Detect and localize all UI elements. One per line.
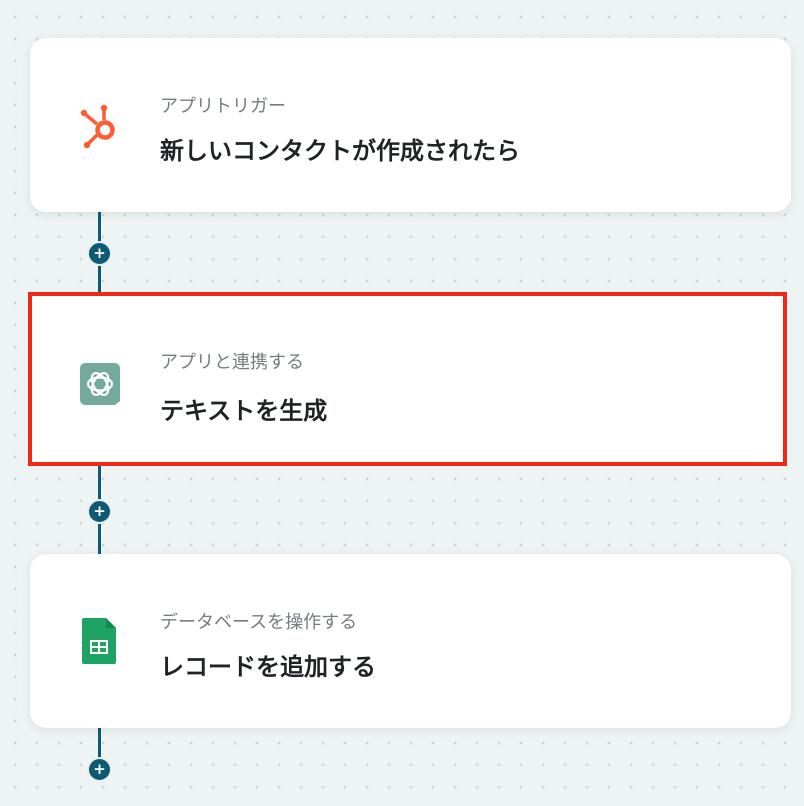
step-title: 新しいコンタクトが作成されたら (160, 137, 520, 165)
plus-icon: + (93, 501, 106, 520)
google-sheets-icon (82, 618, 116, 664)
step-category: アプリと連携する (160, 352, 304, 373)
flow-step-trigger[interactable]: アプリトリガー 新しいコンタクトが作成されたら (30, 38, 791, 212)
plus-icon: + (93, 759, 106, 778)
flow-step-action-selected[interactable]: アプリと連携する テキストを生成 (28, 292, 787, 466)
step-title: レコードを追加する (160, 653, 376, 681)
flow-step-database[interactable]: データベースを操作する レコードを追加する (30, 554, 791, 728)
hubspot-icon (80, 104, 115, 149)
step-title: テキストを生成 (160, 397, 328, 425)
plus-icon: + (93, 243, 106, 262)
add-step-button[interactable]: + (87, 757, 112, 782)
add-step-button[interactable]: + (87, 499, 112, 524)
step-category: データベースを操作する (160, 612, 358, 633)
chatgpt-icon (80, 363, 120, 405)
add-step-button[interactable]: + (87, 241, 112, 266)
step-category: アプリトリガー (160, 96, 286, 117)
